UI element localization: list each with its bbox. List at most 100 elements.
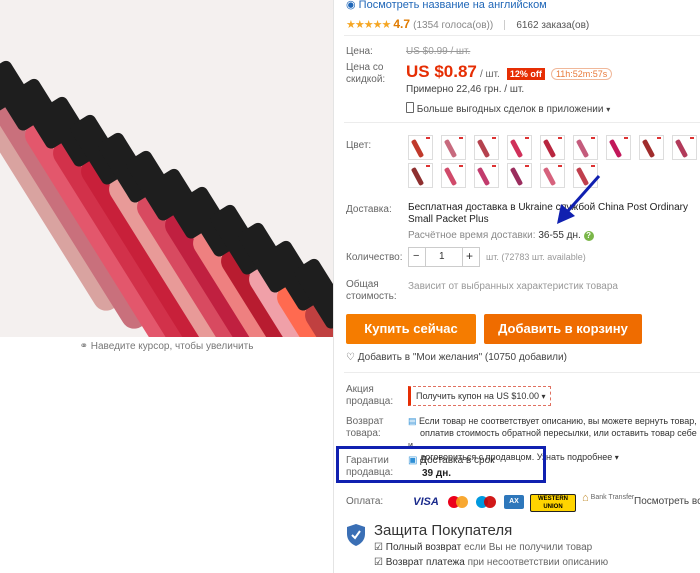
new-price: US $0.87 — [406, 62, 477, 81]
chevron-down-icon[interactable]: ▾ — [541, 392, 545, 401]
protection-item-1-title: Полный возврат — [385, 542, 462, 553]
discount-label-line1: Цена со — [346, 62, 384, 73]
globe-icon: ◉ — [346, 0, 356, 11]
app-deals-text[interactable]: Больше выгодных сделок в приложении — [417, 104, 604, 115]
western-union-icon: WESTERN UNION — [530, 494, 576, 512]
returns-label-line1: Возврат — [346, 416, 384, 427]
returns-label-line2: товара: — [346, 428, 381, 439]
swatch-tag — [690, 137, 694, 139]
bank-transfer-text: Bank Transfer — [590, 494, 635, 501]
lip-gloss-swatch-icon — [476, 166, 491, 187]
checkbox-icon: ☑ — [374, 542, 383, 553]
shipping-label: Доставка: — [346, 204, 392, 215]
guarantee-label-line1: Гарантии — [346, 455, 389, 466]
lip-gloss-swatch-icon — [443, 166, 458, 187]
promo-label: Акция продавца: — [346, 384, 393, 408]
wishlist-row[interactable]: ♡ Добавить в "Мои желания" (10750 добави… — [346, 352, 567, 363]
magnifier-icon: ⚭ — [79, 341, 88, 352]
discount-price-row: US $0.87 / шт. 12% off 11h:52m:57s — [406, 62, 613, 82]
protection-item-2-title: Возврат платежа — [385, 557, 465, 568]
separator — [344, 35, 700, 36]
chevron-down-icon[interactable]: ▾ — [615, 453, 619, 462]
payment-label: Оплата: — [346, 496, 384, 507]
quantity-available: шт. (72783 шт. available) — [486, 252, 586, 262]
swatch-tag — [624, 137, 628, 139]
discount-badge: 12% off — [506, 68, 545, 80]
color-swatch[interactable] — [408, 163, 433, 188]
returns-line1: Если товар не соответствует описанию, вы… — [419, 416, 697, 426]
swatch-tag — [525, 137, 529, 139]
color-swatch[interactable] — [606, 135, 631, 160]
help-icon[interactable]: ? — [583, 231, 594, 241]
color-swatch[interactable] — [441, 163, 466, 188]
lip-gloss-swatch-icon — [509, 166, 524, 187]
bank-transfer-icon: ⌂ Bank Transfer — [582, 492, 635, 504]
coupon-box[interactable]: Получить купон на US $10.00 ▾ — [408, 386, 552, 406]
delivery-time-value: 36-55 дн. — [538, 230, 581, 241]
color-swatch[interactable] — [408, 135, 433, 160]
approx-price: Примерно 22,46 грн. / шт. — [406, 84, 525, 95]
quantity-plus-button[interactable]: + — [466, 249, 473, 263]
swatch-tag — [525, 165, 529, 167]
lip-gloss-swatch-icon — [410, 166, 425, 187]
lip-gloss-image — [0, 0, 333, 337]
protection-item-2-text: при несоответствии описанию — [467, 557, 609, 568]
lip-gloss-swatch-icon — [443, 138, 458, 159]
product-gallery: ⚭ Наведите курсор, чтобы увеличить — [0, 0, 333, 573]
color-swatch[interactable] — [474, 163, 499, 188]
phone-icon — [406, 102, 414, 113]
lip-gloss-swatch-icon — [509, 138, 524, 159]
quantity-minus-button[interactable]: − — [413, 250, 419, 262]
heart-icon[interactable]: ♡ — [346, 352, 355, 363]
app-deals-row[interactable]: Больше выгодных сделок в приложении ▾ — [406, 102, 610, 115]
lip-gloss-swatch-icon — [608, 138, 623, 159]
wishlist-link[interactable]: Добавить в "Мои желания" (10750 добавили… — [358, 352, 567, 363]
protection-item-2: ☑ Возврат платежа при несоответствии опи… — [374, 557, 608, 568]
protection-item-1-text: если Вы не получили товар — [464, 542, 593, 553]
lip-gloss-swatch-icon — [476, 138, 491, 159]
guarantee-label: Гарантии продавца: — [346, 455, 393, 479]
swatch-tag — [558, 137, 562, 139]
color-swatch[interactable] — [573, 135, 598, 160]
price-label: Цена: — [346, 46, 373, 57]
lip-gloss-swatch-icon — [674, 138, 689, 159]
quantity-input[interactable]: 1 — [439, 251, 445, 262]
swatch-tag — [459, 165, 463, 167]
color-swatch[interactable] — [474, 135, 499, 160]
rating-value: 4.7 — [393, 17, 411, 31]
countdown-timer: 11h:52m:57s — [550, 68, 613, 80]
view-all-payments-link[interactable]: Посмотреть все — [634, 496, 700, 507]
swatch-tag — [492, 165, 496, 167]
total-label-line2: стоимость: — [346, 291, 397, 302]
color-swatch[interactable] — [639, 135, 664, 160]
total-label-line1: Общая — [346, 279, 379, 290]
delivery-time-label: Расчётное время доставки: — [408, 230, 536, 241]
chevron-down-icon[interactable]: ▾ — [606, 105, 610, 114]
swatch-tag — [591, 137, 595, 139]
discount-price-label: Цена со скидкой: — [346, 62, 385, 86]
color-swatch[interactable] — [540, 135, 565, 160]
product-details: ◉ Посмотреть название на английском ★★★★… — [334, 0, 700, 573]
promo-label-line2: продавца: — [346, 396, 394, 407]
maestro-icon — [476, 495, 498, 509]
delivery-time-row: Расчётное время доставки: 36-55 дн. ? — [408, 230, 594, 241]
total-label: Общая стоимость: — [346, 279, 397, 303]
buy-now-button[interactable]: Купить сейчас — [346, 314, 476, 344]
returns-label: Возврат товара: — [346, 416, 384, 440]
color-swatch[interactable] — [672, 135, 697, 160]
separator — [344, 122, 700, 123]
lip-gloss-swatch-icon — [575, 138, 590, 159]
rating-votes[interactable]: (1354 голоса(ов)) — [413, 20, 493, 31]
total-text: Зависит от выбранных характеристик товар… — [408, 281, 618, 292]
coupon-text[interactable]: Получить купон на US $10.00 — [416, 391, 539, 401]
color-swatch[interactable] — [507, 163, 532, 188]
see-english-link[interactable]: Посмотреть название на английском — [359, 0, 547, 11]
color-swatch[interactable] — [507, 135, 532, 160]
lip-gloss-swatch-icon — [542, 138, 557, 159]
add-to-cart-button[interactable]: Добавить в корзину — [484, 314, 642, 344]
color-swatch[interactable] — [441, 135, 466, 160]
see-english-title[interactable]: ◉ Посмотреть название на английском — [346, 0, 547, 11]
rating-stars[interactable]: ★★★★★ — [346, 19, 391, 31]
price-unit: / шт. — [479, 69, 500, 80]
product-photo[interactable] — [0, 0, 333, 337]
